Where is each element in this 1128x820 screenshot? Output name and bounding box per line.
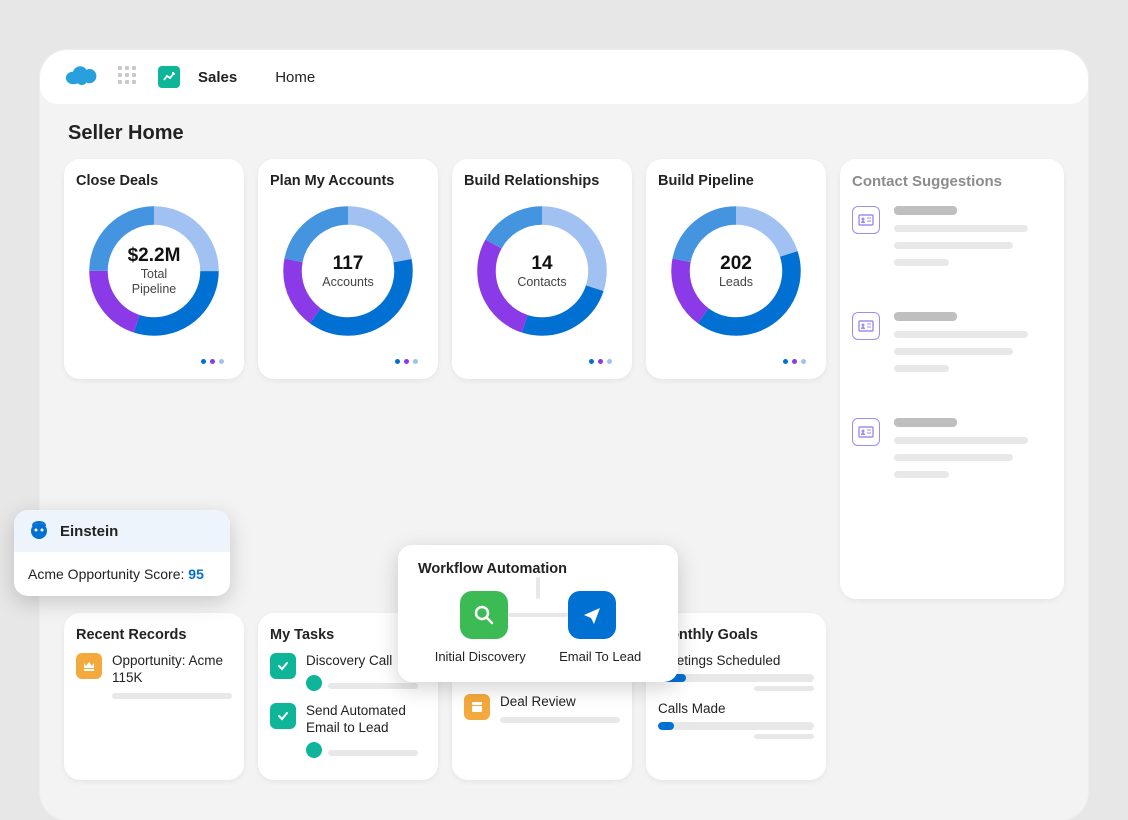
- contact-suggestion-item[interactable]: [852, 312, 1052, 382]
- card-title: Close Deals: [76, 173, 232, 189]
- record-text: Opportunity: Acme 115K: [112, 653, 232, 687]
- card-title: Contact Suggestions: [852, 173, 1052, 190]
- kpi-value: 117: [333, 253, 364, 275]
- placeholder-bar: [328, 750, 418, 756]
- search-icon: [460, 591, 508, 639]
- calendar-icon: [464, 694, 490, 720]
- workflow-popup[interactable]: Workflow Automation Initial Discovery Em…: [398, 545, 678, 682]
- placeholder-bar: [500, 717, 620, 723]
- event-text: Deal Review: [500, 694, 620, 711]
- placeholder-bar: [754, 686, 814, 691]
- avatar-icon: [306, 742, 322, 758]
- kpi-label: Accounts: [322, 275, 373, 290]
- workflow-title: Workflow Automation: [418, 561, 658, 577]
- contact-suggestion-item[interactable]: [852, 418, 1052, 488]
- kpi-label: Contacts: [517, 275, 566, 290]
- einstein-popup[interactable]: Einstein Acme Opportunity Score: 95: [14, 510, 230, 596]
- nav-home[interactable]: Home: [275, 69, 315, 86]
- donut-chart: 202 Leads: [662, 197, 810, 345]
- checkbox-checked-icon[interactable]: [270, 703, 296, 729]
- kpi-build-relationships[interactable]: Build Relationships 14 Contacts: [452, 159, 632, 379]
- einstein-text: Acme Opportunity Score:: [28, 566, 188, 582]
- app-name: Sales: [198, 69, 237, 86]
- card-title: Build Pipeline: [658, 173, 814, 189]
- placeholder-bar: [754, 734, 814, 739]
- app-launcher-icon[interactable]: [118, 66, 140, 88]
- kpi-close-deals[interactable]: Close Deals $2.2M Total Pipeline: [64, 159, 244, 379]
- card-title: Monthly Goals: [658, 627, 814, 643]
- opportunity-icon: [76, 653, 102, 679]
- avatar-icon: [306, 675, 322, 691]
- donut-chart: 14 Contacts: [468, 197, 616, 345]
- contact-suggestion-item[interactable]: [852, 206, 1052, 276]
- pagination-dots[interactable]: [658, 351, 814, 369]
- connector-line: [508, 613, 568, 617]
- task-text: Send Automated Email to Lead: [306, 703, 426, 737]
- einstein-icon: [28, 520, 50, 542]
- workflow-step[interactable]: [568, 591, 616, 639]
- task-item[interactable]: Send Automated Email to Lead: [270, 703, 426, 758]
- donut-chart: $2.2M Total Pipeline: [80, 197, 228, 345]
- recent-records-panel: Recent Records Opportunity: Acme 115K: [64, 613, 244, 780]
- kpi-plan-accounts[interactable]: Plan My Accounts 117 Accounts: [258, 159, 438, 379]
- sales-app-icon: [158, 66, 180, 88]
- kpi-value: $2.2M: [128, 245, 181, 267]
- einstein-header: Einstein: [14, 510, 230, 552]
- einstein-body: Acme Opportunity Score: 95: [14, 552, 230, 596]
- kpi-build-pipeline[interactable]: Build Pipeline 202 Leads: [646, 159, 826, 379]
- salesforce-logo-icon: [64, 64, 100, 90]
- placeholder-bar: [328, 683, 418, 689]
- recent-record-item[interactable]: Opportunity: Acme 115K: [76, 653, 232, 699]
- kpi-value: 14: [531, 253, 552, 275]
- goal-label: Calls Made: [658, 701, 814, 716]
- workflow-step-label: Email To Lead: [559, 649, 641, 664]
- page-title: Seller Home: [68, 122, 1088, 145]
- kpi-value: 202: [720, 253, 752, 275]
- goal-label: Meetings Scheduled: [658, 653, 814, 668]
- contact-card-icon: [852, 312, 880, 340]
- pagination-dots[interactable]: [76, 351, 232, 369]
- top-bar: Sales Home: [40, 50, 1088, 104]
- contact-suggestions-panel: Contact Suggestions: [840, 159, 1064, 599]
- connector-line: [536, 577, 540, 599]
- progress-bar: [658, 674, 814, 682]
- send-icon: [568, 591, 616, 639]
- workflow-step[interactable]: [460, 591, 508, 639]
- kpi-label: Leads: [719, 275, 753, 290]
- progress-bar: [658, 722, 814, 730]
- card-title: Recent Records: [76, 627, 232, 643]
- donut-chart: 117 Accounts: [274, 197, 422, 345]
- checkbox-checked-icon[interactable]: [270, 653, 296, 679]
- app-window: Sales Home Seller Home Close Deals $2.2M…: [40, 50, 1088, 820]
- contact-card-icon: [852, 206, 880, 234]
- card-title: Build Relationships: [464, 173, 620, 189]
- workflow-step-label: Initial Discovery: [435, 649, 526, 664]
- pagination-dots[interactable]: [270, 351, 426, 369]
- event-item[interactable]: Deal Review: [464, 694, 620, 723]
- workflow-diagram: [418, 591, 658, 639]
- placeholder-bar: [112, 693, 232, 699]
- einstein-title: Einstein: [60, 523, 118, 540]
- card-title: Plan My Accounts: [270, 173, 426, 189]
- contact-card-icon: [852, 418, 880, 446]
- pagination-dots[interactable]: [464, 351, 620, 369]
- einstein-score: 95: [188, 566, 204, 582]
- kpi-label: Total Pipeline: [132, 267, 176, 297]
